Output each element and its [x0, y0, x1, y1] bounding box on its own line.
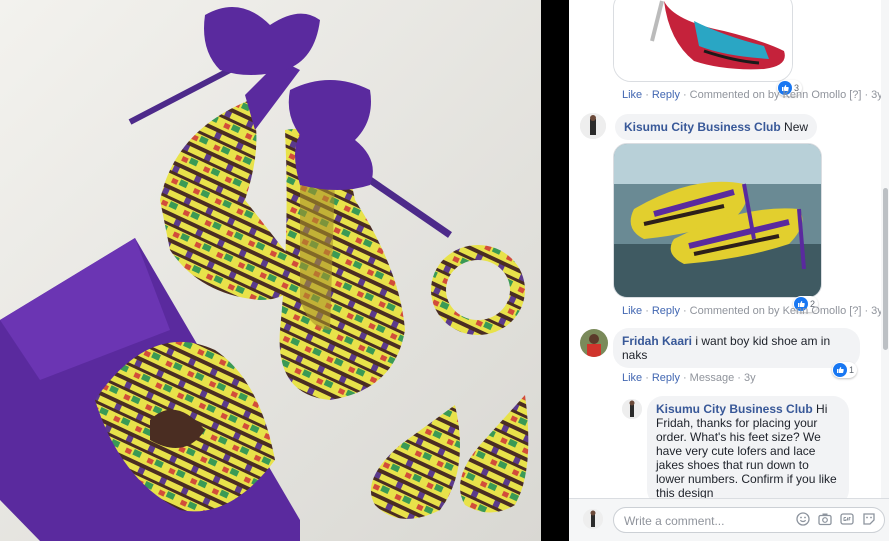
help-link[interactable]: [?]: [849, 89, 861, 101]
comment-author[interactable]: Kisumu City Business Club: [624, 120, 781, 134]
comment-meta[interactable]: Commented on by Kenn Omollo: [690, 89, 847, 101]
reply-bubble: Kisumu City Business Club Hi Fridah, tha…: [647, 396, 849, 506]
reply-link[interactable]: Reply: [652, 372, 680, 384]
scrollbar-thumb[interactable]: [883, 188, 888, 350]
avatar[interactable]: [622, 399, 642, 419]
post-photo[interactable]: [0, 0, 541, 541]
avatar[interactable]: [580, 329, 608, 357]
comment-image-card[interactable]: [613, 143, 822, 298]
like-link[interactable]: Like: [622, 89, 642, 101]
comment-bubble: Fridah Kaari i want boy kid shoe am in n…: [613, 328, 860, 368]
photo-viewer: 3 Like · Reply · Commented on by Kenn Omollo…: [0, 0, 889, 541]
comment-author[interactable]: Kisumu City Business Club: [656, 402, 813, 416]
user-avatar: [583, 509, 603, 529]
gif-icon[interactable]: [839, 511, 855, 527]
message-link[interactable]: Message: [690, 372, 735, 384]
like-link[interactable]: Like: [622, 372, 642, 384]
comment-text: Hi Fridah, thanks for placing your order…: [656, 402, 837, 500]
reaction-number: 1: [849, 365, 855, 375]
camera-icon[interactable]: [817, 511, 833, 527]
comment-time[interactable]: 3y: [744, 372, 756, 384]
shoe-image: [614, 144, 821, 297]
comment-actions: Like · Reply · Commented on by Kenn Omollo […: [622, 89, 883, 101]
comment-author[interactable]: Fridah Kaari: [622, 334, 692, 348]
comment-meta[interactable]: Commented on by Kenn Omollo: [690, 305, 847, 317]
product-photo: [0, 0, 541, 541]
avatar[interactable]: [580, 113, 606, 139]
reaction-count[interactable]: 1: [832, 362, 858, 378]
comment-image-card[interactable]: [613, 0, 793, 82]
help-link[interactable]: [?]: [849, 305, 861, 317]
comment-text: New: [784, 120, 809, 134]
comments-panel: 3 Like · Reply · Commented on by Kenn Omollo…: [569, 0, 889, 541]
like-reaction-icon: [833, 363, 847, 377]
comment-bubble: Kisumu City Business Club New: [615, 114, 818, 140]
like-link[interactable]: Like: [622, 305, 642, 317]
emoji-icon[interactable]: [795, 511, 811, 527]
comment-composer: Write a comment...: [569, 498, 889, 541]
comment-actions: Like · Reply · Commented on by Kenn Omollo […: [622, 305, 883, 317]
reply-link[interactable]: Reply: [652, 89, 680, 101]
shoe-image: [614, 0, 792, 81]
reply-link[interactable]: Reply: [652, 305, 680, 317]
comment-actions: Like · Reply · Message · 3y: [622, 372, 756, 384]
photo-margin: [541, 0, 569, 541]
sticker-icon[interactable]: [861, 511, 877, 527]
